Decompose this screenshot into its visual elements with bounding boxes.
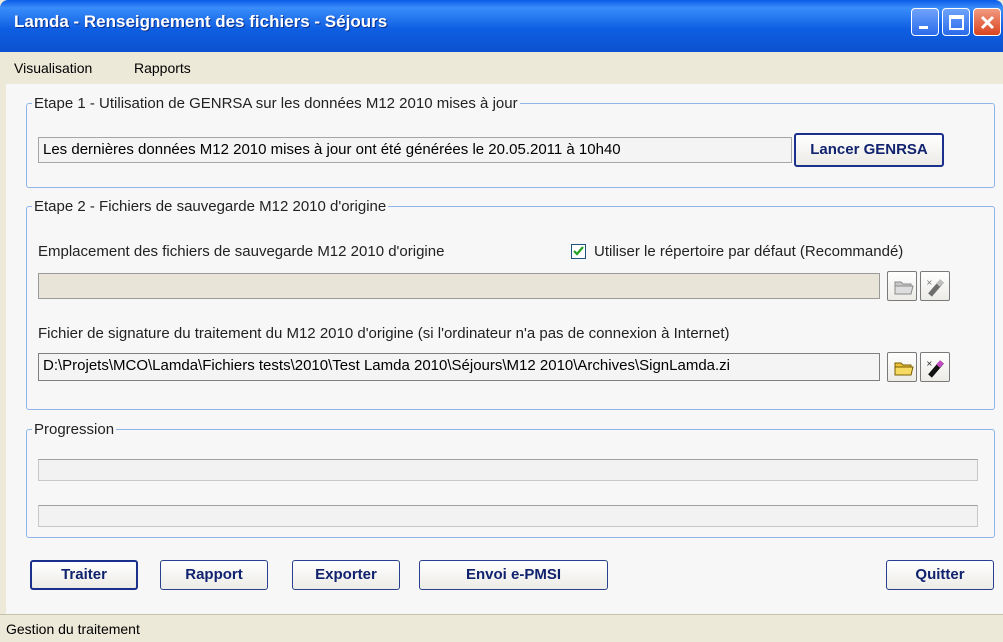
launch-genrsa-button[interactable]: Lancer GENRSA <box>794 133 944 167</box>
quit-button[interactable]: Quitter <box>886 560 994 590</box>
browse-folder-disabled-button <box>887 271 917 301</box>
title-bar[interactable]: Lamda - Renseignement des fichiers - Séj… <box>0 0 1003 52</box>
folder-icon <box>894 362 914 376</box>
progress-legend: Progression <box>34 421 115 438</box>
export-button[interactable]: Exporter <box>292 560 400 590</box>
eraser-icon: × <box>926 359 944 378</box>
svg-text:×: × <box>926 359 933 368</box>
backup-location-label: Emplacement des fichiers de sauvegarde M… <box>38 243 445 260</box>
signature-file-label: Fichier de signature du traitement du M1… <box>38 325 730 342</box>
checkmark-icon <box>573 246 584 256</box>
minimize-button[interactable] <box>911 8 939 36</box>
browse-signature-button[interactable] <box>887 352 917 382</box>
progress-bar-1 <box>38 459 978 481</box>
main-window: Lamda - Renseignement des fichiers - Séj… <box>0 0 1003 642</box>
menu-rapports[interactable]: Rapports <box>134 60 191 76</box>
folder-icon <box>894 281 914 295</box>
window-title: Lamda - Renseignement des fichiers - Séj… <box>14 12 388 31</box>
close-icon <box>980 15 995 30</box>
maximize-button[interactable] <box>942 8 970 36</box>
genrsa-status-field: Les dernières données M12 2010 mises à j… <box>38 137 792 163</box>
clear-signature-button[interactable]: × <box>920 352 950 382</box>
clear-path-disabled-button: × <box>920 271 950 301</box>
menu-bar: Visualisation Rapports <box>0 52 1003 84</box>
report-button[interactable]: Rapport <box>160 560 268 590</box>
default-dir-checkbox[interactable] <box>571 244 586 259</box>
backup-location-field <box>38 273 880 299</box>
progress-bar-2 <box>38 505 978 527</box>
step2-legend: Etape 2 - Fichiers de sauvegarde M12 201… <box>34 198 387 215</box>
send-epmsi-button[interactable]: Envoi e-PMSI <box>419 560 608 590</box>
treat-button[interactable]: Traiter <box>30 560 138 590</box>
maximize-icon <box>949 15 964 30</box>
close-button[interactable] <box>973 8 1001 36</box>
default-dir-checkbox-label[interactable]: Utiliser le répertoire par défaut (Recom… <box>594 243 903 260</box>
eraser-icon: × <box>926 278 944 297</box>
minimize-icon <box>919 26 928 29</box>
status-text: Gestion du traitement <box>6 621 140 637</box>
svg-text:×: × <box>926 278 933 287</box>
signature-file-field[interactable]: D:\Projets\MCO\Lamda\Fichiers tests\2010… <box>38 353 880 381</box>
status-bar: Gestion du traitement <box>0 614 1003 642</box>
menu-visualisation[interactable]: Visualisation <box>14 60 92 76</box>
step1-legend: Etape 1 - Utilisation de GENRSA sur les … <box>34 95 518 112</box>
client-area: Etape 1 - Utilisation de GENRSA sur les … <box>6 84 1003 614</box>
